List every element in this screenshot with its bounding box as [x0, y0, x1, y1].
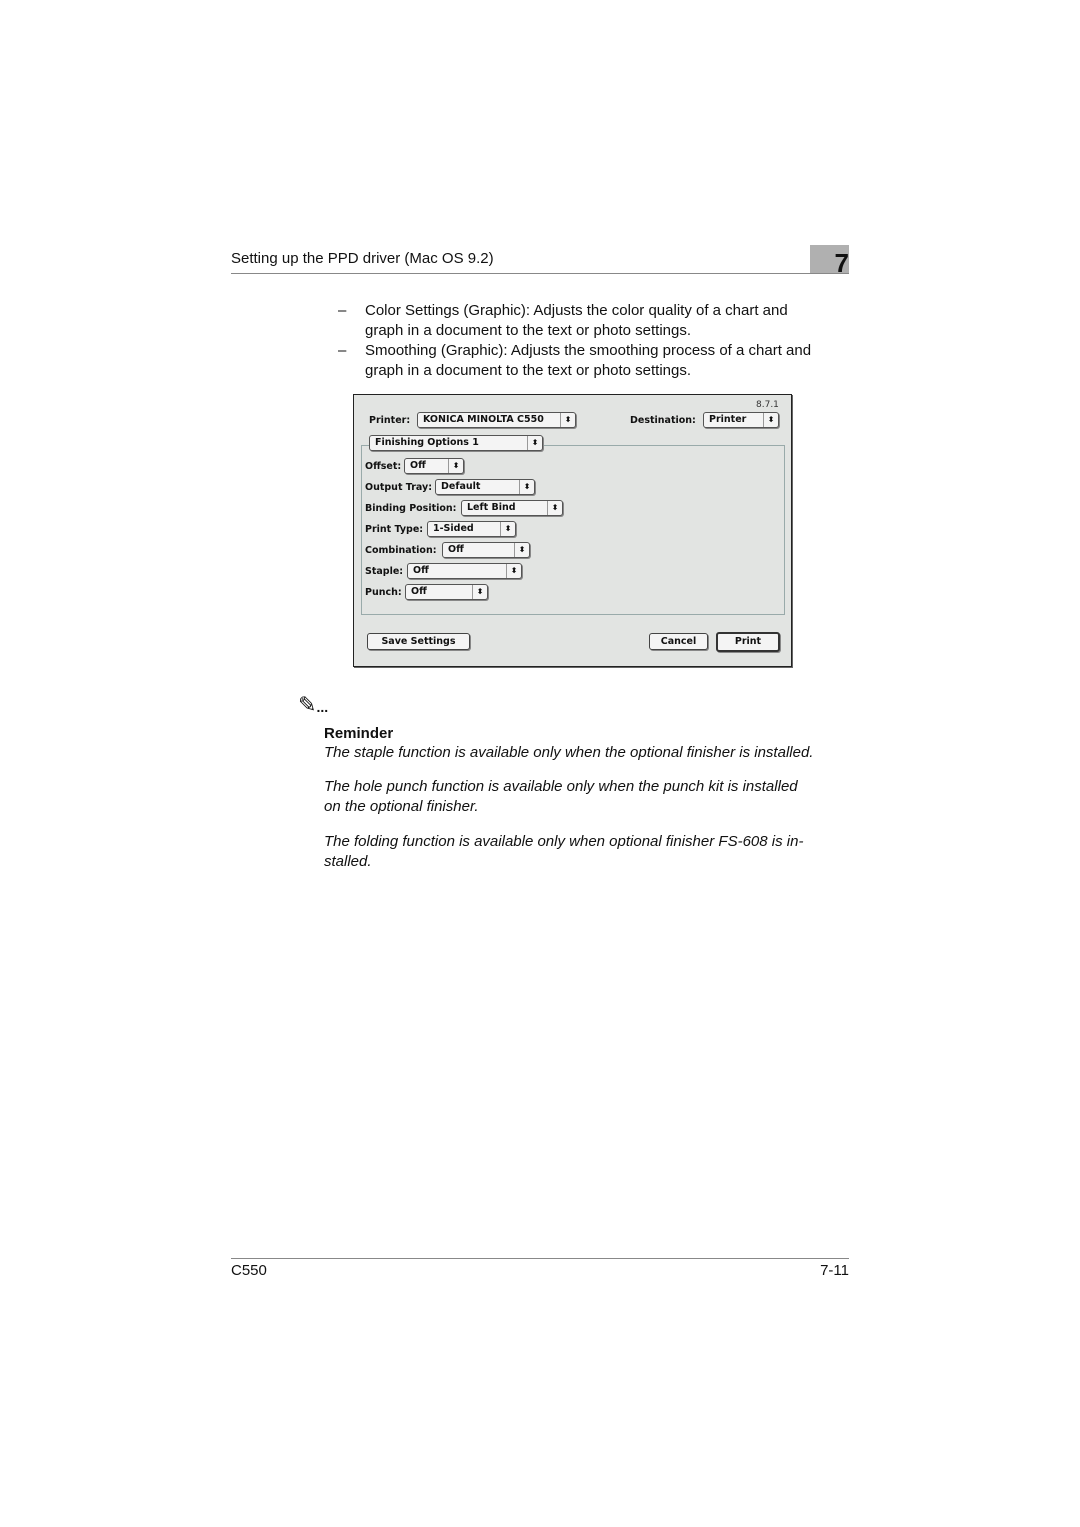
binding-position-value: Left Bind [467, 502, 516, 513]
bullet-smoothing: – Smoothing (Graphic): Adjusts the smoot… [338, 341, 812, 381]
print-type-value: 1-Sided [433, 523, 474, 534]
print-type-popup[interactable]: 1-Sided ⬍ [427, 521, 516, 537]
cancel-button[interactable]: Cancel [649, 633, 708, 650]
popup-arrows-icon: ⬍ [547, 501, 562, 515]
destination-value: Printer [709, 414, 747, 425]
printer-value: KONICA MINOLTA C550 [423, 414, 544, 425]
combination-value: Off [448, 544, 464, 555]
text-line: The hole punch function is available onl… [324, 778, 798, 795]
staple-popup[interactable]: Off ⬍ [407, 563, 522, 579]
offset-label: Offset: [365, 461, 402, 472]
popup-arrows-icon: ⬍ [519, 480, 534, 494]
punch-label: Punch: [365, 587, 402, 598]
footer-page-number: 7-11 [820, 1262, 849, 1279]
offset-popup[interactable]: Off ⬍ [404, 458, 464, 474]
staple-value: Off [413, 565, 429, 576]
popup-arrows-icon: ⬍ [514, 543, 529, 557]
binding-position-label: Binding Position: [365, 503, 457, 514]
text-line: on the optional finisher. [324, 798, 479, 815]
destination-popup[interactable]: Printer ⬍ [703, 412, 779, 428]
output-tray-popup[interactable]: Default ⬍ [435, 479, 535, 495]
popup-arrows-icon: ⬍ [448, 459, 463, 473]
pencil-note-icon: ✎... [298, 692, 329, 717]
popup-arrows-icon: ⬍ [763, 413, 778, 427]
reminder-title: Reminder [324, 725, 394, 742]
footer-model: C550 [231, 1262, 267, 1279]
popup-arrows-icon: ⬍ [506, 564, 521, 578]
popup-arrows-icon: ⬍ [527, 436, 542, 450]
staple-label: Staple: [365, 566, 404, 577]
bullet-line: Color Settings (Graphic): Adjusts the co… [365, 302, 788, 319]
bullet-line: Smoothing (Graphic): Adjusts the smoothi… [365, 342, 812, 359]
reminder-folding: The folding function is available only w… [324, 832, 854, 872]
output-tray-value: Default [441, 481, 481, 492]
print-dialog: 8.7.1 Printer: KONICA MINOLTA C550 ⬍ Dest… [353, 394, 792, 667]
bullet-line: graph in a document to the text or photo… [365, 362, 692, 379]
output-tray-label: Output Tray: [365, 482, 433, 493]
running-header: Setting up the PPD driver (Mac OS 9.2) [231, 250, 494, 267]
dots: ... [316, 699, 329, 715]
popup-arrows-icon: ⬍ [472, 585, 487, 599]
footer-rule [231, 1258, 849, 1259]
reminder-punch: The hole punch function is available onl… [324, 777, 854, 817]
punch-value: Off [411, 586, 427, 597]
text-line: The folding function is available only w… [324, 833, 804, 850]
popup-arrows-icon: ⬍ [500, 522, 515, 536]
combination-label: Combination: [365, 545, 437, 556]
text-line: stalled. [324, 853, 372, 870]
dash: – [338, 342, 347, 359]
printer-label: Printer: [369, 415, 411, 426]
reminder-staple: The staple function is available only wh… [324, 744, 814, 761]
print-button[interactable]: Print [716, 632, 780, 652]
header-rule [231, 273, 849, 274]
bullet-line: graph in a document to the text or photo… [365, 322, 692, 339]
print-type-label: Print Type: [365, 524, 424, 535]
save-settings-button[interactable]: Save Settings [367, 633, 470, 650]
bullet-color-settings: – Color Settings (Graphic): Adjusts the … [338, 301, 788, 341]
panel-popup[interactable]: Finishing Options 1 ⬍ [369, 435, 543, 451]
chapter-number: 7 [810, 245, 849, 278]
printer-popup[interactable]: KONICA MINOLTA C550 ⬍ [417, 412, 576, 428]
punch-popup[interactable]: Off ⬍ [405, 584, 488, 600]
dash: – [338, 302, 347, 319]
popup-arrows-icon: ⬍ [560, 413, 575, 427]
version-label: 8.7.1 [756, 400, 779, 410]
panel-value: Finishing Options 1 [375, 437, 479, 448]
destination-label: Destination: [630, 415, 696, 426]
combination-popup[interactable]: Off ⬍ [442, 542, 530, 558]
offset-value: Off [410, 460, 426, 471]
binding-position-popup[interactable]: Left Bind ⬍ [461, 500, 563, 516]
manual-page: Setting up the PPD driver (Mac OS 9.2) 7… [0, 0, 1080, 1527]
